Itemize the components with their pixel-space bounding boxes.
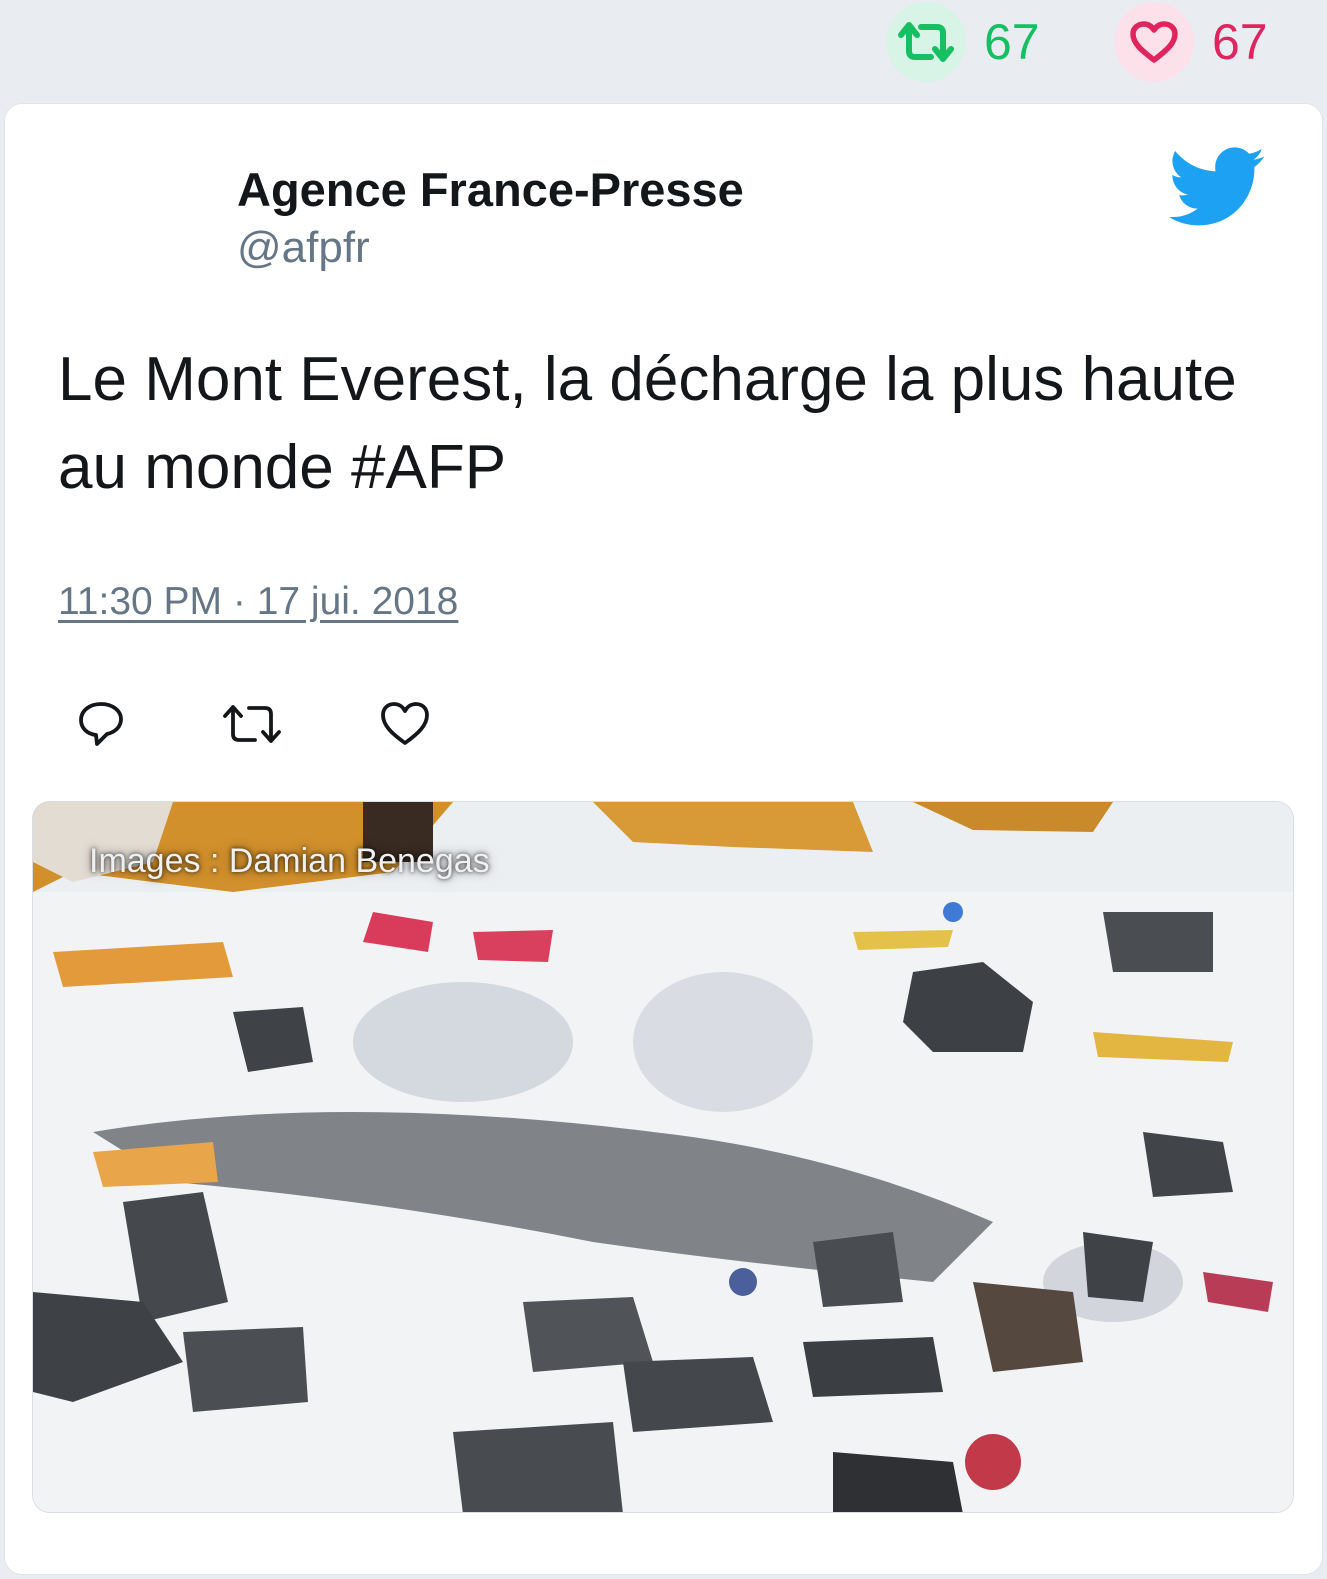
tweet-actions bbox=[75, 698, 475, 754]
retweet-icon[interactable] bbox=[886, 2, 966, 82]
retweet-action-icon[interactable] bbox=[221, 698, 281, 750]
tweet-card: Agence France-Presse @afpfr Le Mont Ever… bbox=[4, 103, 1323, 1575]
author-block[interactable]: Agence France-Presse @afpfr bbox=[237, 164, 744, 272]
media-frame bbox=[33, 802, 1293, 1512]
like-stat[interactable]: 67 bbox=[1114, 2, 1268, 82]
retweet-stat[interactable]: 67 bbox=[886, 2, 1040, 82]
engagement-bar: 67 67 bbox=[0, 0, 1327, 96]
twitter-bird-icon[interactable] bbox=[1170, 147, 1266, 227]
heart-icon[interactable] bbox=[1114, 2, 1194, 82]
like-count: 67 bbox=[1212, 14, 1268, 70]
author-handle[interactable]: @afpfr bbox=[237, 223, 744, 272]
tweet-media-video[interactable]: Images : Damian Benegas bbox=[32, 801, 1294, 1513]
author-name[interactable]: Agence France-Presse bbox=[237, 164, 744, 216]
tweet-text: Le Mont Everest, la décharge la plus hau… bbox=[58, 345, 1237, 502]
reply-icon[interactable] bbox=[75, 698, 127, 750]
retweet-count: 67 bbox=[984, 14, 1040, 70]
media-caption: Images : Damian Benegas bbox=[89, 842, 490, 880]
tweet-timestamp-link[interactable]: 11:30 PM · 17 jui. 2018 bbox=[58, 580, 458, 624]
like-action-icon[interactable] bbox=[379, 698, 431, 750]
